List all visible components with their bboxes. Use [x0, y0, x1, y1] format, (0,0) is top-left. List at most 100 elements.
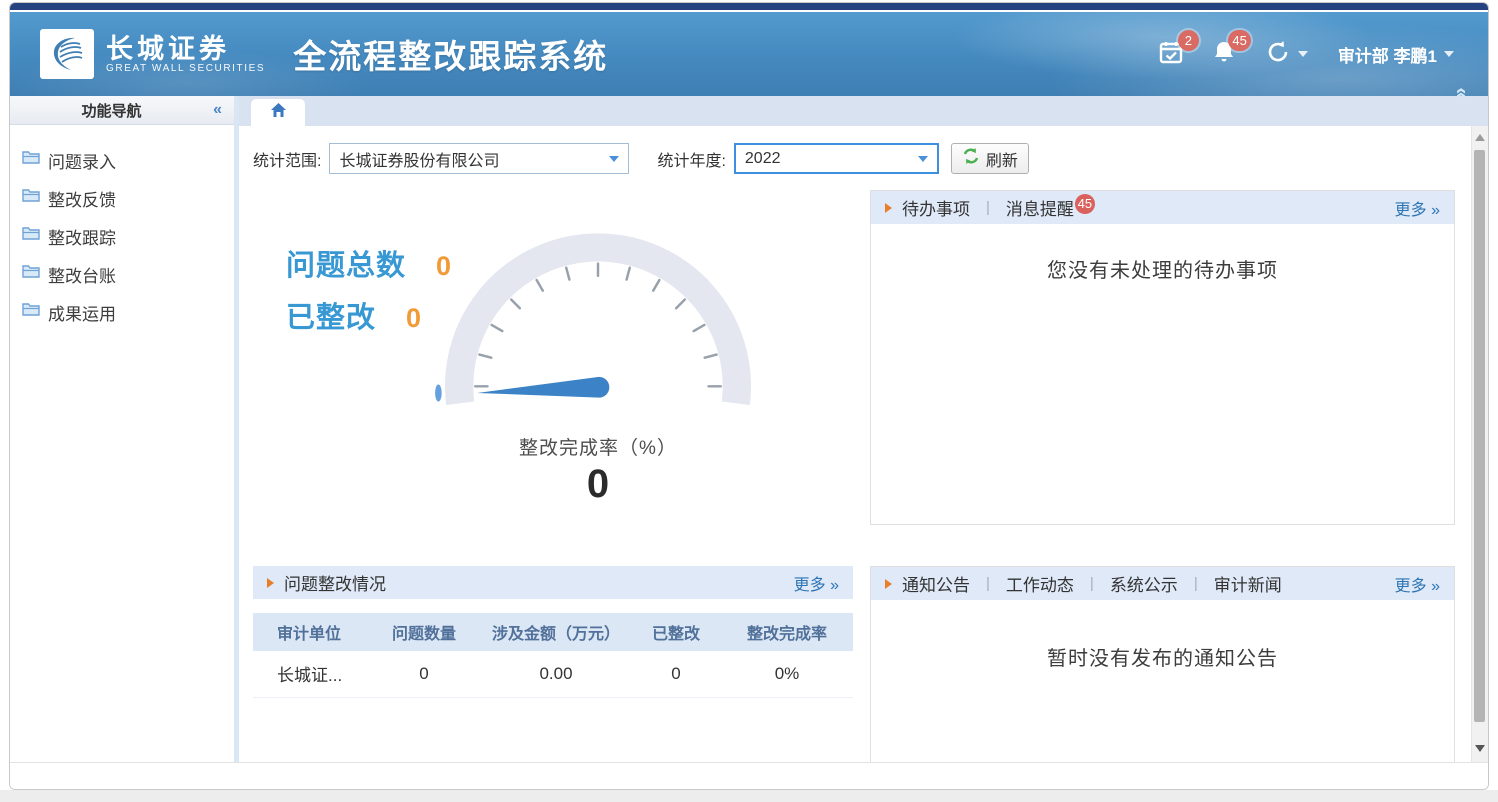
- orange-arrow-icon: [885, 579, 892, 589]
- scrollbar-thumb[interactable]: [1474, 150, 1485, 722]
- sidebar-item-problem-entry[interactable]: 问题录入: [22, 141, 234, 179]
- header-actions: 2 45: [1159, 39, 1454, 70]
- header-collapse-icon[interactable]: »: [1453, 87, 1467, 98]
- gauge-dial: [428, 202, 768, 429]
- cell-completion-rate: 0%: [721, 651, 853, 697]
- tab-system-announcements[interactable]: 系统公示: [1110, 571, 1178, 596]
- col-rectified: 已整改: [631, 613, 721, 651]
- orange-arrow-icon: [885, 203, 892, 213]
- chevron-down-icon: [609, 156, 619, 162]
- bell-icon: [1213, 51, 1235, 68]
- year-select[interactable]: 2022: [734, 143, 939, 174]
- folder-icon: [22, 264, 40, 284]
- refresh-button[interactable]: 刷新: [951, 143, 1029, 174]
- rectified-value: 0: [406, 303, 421, 334]
- tab-separator: |: [986, 199, 990, 216]
- sidebar-item-results-usage[interactable]: 成果运用: [22, 293, 234, 331]
- page-bottom-strip: [0, 790, 1498, 802]
- logo-en-text: GREAT WALL SECURITIES: [106, 63, 265, 74]
- cell-problem-count: 0: [367, 651, 481, 697]
- app-header: 长城证券 GREAT WALL SECURITIES 全流程整改跟踪系统 2: [10, 12, 1488, 96]
- notice-empty-text: 暂时没有发布的通知公告: [871, 642, 1454, 671]
- rectification-status-panel: 问题整改情况 更多 » 审计单位 问题数量 涉及金额（万元） 已整改: [253, 566, 853, 762]
- logo-mark-icon: [40, 29, 94, 79]
- scroll-down-arrow-icon[interactable]: [1475, 745, 1485, 752]
- header-refresh-button[interactable]: [1265, 39, 1308, 70]
- refresh-icon: [1265, 39, 1291, 70]
- main-area: 统计范围: 长城证券股份有限公司 统计年度: 2022: [239, 96, 1488, 762]
- col-amount: 涉及金额（万元）: [481, 613, 631, 651]
- cell-rectified: 0: [631, 651, 721, 697]
- todo-more-link[interactable]: 更多 »: [1395, 196, 1440, 220]
- rectification-panel-header: 问题整改情况 更多 »: [253, 566, 853, 599]
- scope-label: 统计范围:: [253, 147, 321, 171]
- gauge-needle: [477, 377, 609, 398]
- col-problem-count: 问题数量: [367, 613, 481, 651]
- tab-message-reminders[interactable]: 消息提醒45: [1006, 195, 1094, 221]
- notification-count-badge[interactable]: 45: [1228, 30, 1250, 51]
- user-menu[interactable]: 审计部 李鹏1: [1338, 42, 1454, 67]
- message-count-badge: 45: [1075, 194, 1095, 214]
- chevron-down-icon: [1298, 51, 1308, 57]
- vertical-scrollbar[interactable]: [1471, 126, 1488, 762]
- refresh-green-icon: [962, 147, 980, 170]
- folder-icon: [22, 226, 40, 246]
- chevron-down-icon: [918, 156, 928, 162]
- gauge-value: 0: [428, 462, 768, 507]
- tab-todo-items[interactable]: 待办事项: [902, 195, 970, 220]
- col-audit-unit: 审计单位: [253, 613, 367, 651]
- year-label: 统计年度:: [657, 147, 725, 171]
- tab-audit-news[interactable]: 审计新闻: [1214, 571, 1282, 596]
- table-header-row: 审计单位 问题数量 涉及金额（万元） 已整改 整改完成率: [253, 613, 853, 651]
- sidebar-collapse-icon[interactable]: «: [213, 101, 222, 119]
- folder-icon: [22, 150, 40, 170]
- rectification-table: 审计单位 问题数量 涉及金额（万元） 已整改 整改完成率: [253, 613, 853, 698]
- sidebar-item-rectify-tracking[interactable]: 整改跟踪: [22, 217, 234, 255]
- brand-logo: 长城证券 GREAT WALL SECURITIES: [40, 29, 265, 79]
- scope-select-value: 长城证券股份有限公司: [339, 147, 599, 171]
- scroll-up-arrow-icon[interactable]: [1475, 134, 1485, 141]
- scope-select[interactable]: 长城证券股份有限公司: [329, 143, 629, 174]
- todo-panel-header: 待办事项 | 消息提醒45 更多 »: [871, 191, 1454, 224]
- todo-empty-text: 您没有未处理的待办事项: [871, 254, 1454, 283]
- notice-more-link[interactable]: 更多 »: [1395, 572, 1440, 596]
- notifications-button[interactable]: 45: [1213, 40, 1235, 69]
- home-icon: [270, 102, 287, 123]
- folder-icon: [22, 302, 40, 322]
- tab-separator: |: [1194, 575, 1198, 592]
- gauge-zero-mark: [435, 384, 442, 401]
- main-body: 统计范围: 长城证券股份有限公司 统计年度: 2022: [239, 126, 1488, 762]
- tab-notices[interactable]: 通知公告: [902, 571, 970, 596]
- sidebar-item-rectify-ledger[interactable]: 整改台账: [22, 255, 234, 293]
- calendar-check-icon: [1159, 51, 1183, 68]
- sidebar-item-rectify-feedback[interactable]: 整改反馈: [22, 179, 234, 217]
- dashboard-content: 统计范围: 长城证券股份有限公司 统计年度: 2022: [239, 126, 1471, 762]
- app-window: 长城证券 GREAT WALL SECURITIES 全流程整改跟踪系统 2: [9, 2, 1489, 790]
- footer-bar: [10, 762, 1488, 789]
- logo-cn-text: 长城证券: [106, 35, 265, 63]
- folder-icon: [22, 188, 40, 208]
- app-title: 全流程整改跟踪系统: [293, 30, 608, 78]
- sidebar-title: 功能导航: [10, 100, 213, 121]
- orange-arrow-icon: [267, 578, 274, 588]
- rectification-more-link[interactable]: 更多 »: [794, 571, 839, 595]
- gauge-chart: 问题总数 0 已整改 0: [253, 190, 853, 542]
- col-completion-rate: 整改完成率: [721, 613, 853, 651]
- gauge-stats: 问题总数 0 已整改 0: [286, 242, 451, 346]
- sidebar-header: 功能导航 «: [10, 96, 234, 125]
- cell-audit-unit: 长城证...: [253, 651, 367, 697]
- tab-home[interactable]: [251, 99, 305, 126]
- tab-work-updates[interactable]: 工作动态: [1006, 571, 1074, 596]
- sidebar-menu: 问题录入 整改反馈 整改跟踪 整改台账 成果运用: [10, 125, 234, 331]
- year-select-value: 2022: [745, 150, 908, 168]
- todo-count-badge[interactable]: 2: [1178, 30, 1199, 51]
- todo-panel: 待办事项 | 消息提醒45 更多 » 您没有未处理的待办事项: [870, 190, 1455, 525]
- todo-tasks-button[interactable]: 2: [1159, 40, 1183, 69]
- table-row[interactable]: 长城证... 0 0.00 0 0%: [253, 651, 853, 697]
- notice-panel-header: 通知公告 | 工作动态 | 系统公示 | 审计新闻 更多 »: [871, 567, 1454, 600]
- total-problems-label: 问题总数: [286, 242, 406, 284]
- sidebar: 功能导航 « 问题录入 整改反馈 整改跟踪 整改台账: [10, 96, 234, 762]
- chevron-down-icon: [1444, 51, 1454, 57]
- gauge-caption: 整改完成率（%）: [428, 433, 768, 460]
- refresh-button-label: 刷新: [986, 147, 1018, 171]
